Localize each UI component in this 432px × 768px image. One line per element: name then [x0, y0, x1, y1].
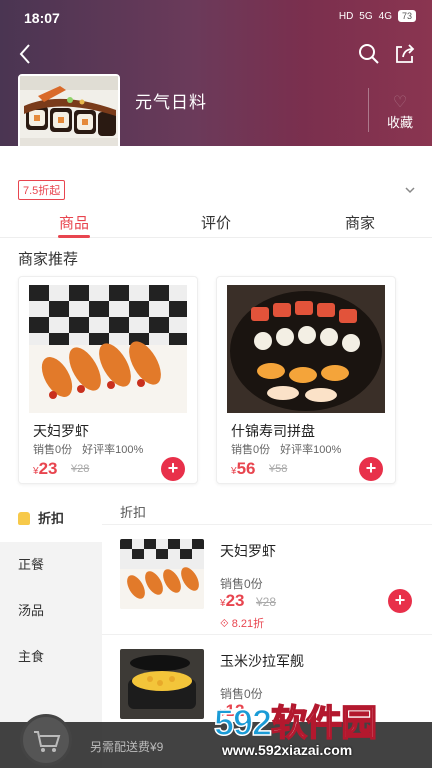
price-value: 56 — [236, 459, 256, 478]
card-name: 天妇罗虾 — [33, 423, 89, 439]
card-old-price: ¥58 — [269, 463, 288, 475]
signal-5g-icon: 5G — [359, 10, 373, 22]
watermark-url: www.592xiazai.com — [222, 742, 353, 758]
watermark-brand: 592软件园 — [213, 694, 378, 746]
card-rating: 好评率100% — [82, 444, 144, 456]
fried-shrimp-image — [120, 539, 204, 609]
cart-icon — [34, 731, 61, 752]
discount-text: 8.21折 — [231, 618, 265, 630]
card-name: 什锦寿司拼盘 — [231, 423, 315, 439]
share-icon[interactable] — [392, 41, 418, 67]
sidebar-item-label: 折扣 — [38, 511, 65, 526]
chevron-down-icon[interactable] — [404, 184, 416, 196]
card-price: ¥56 — [231, 459, 255, 479]
list-heading: 折扣 — [120, 505, 147, 520]
add-to-cart-button[interactable]: + — [359, 457, 383, 481]
add-to-cart-button[interactable]: + — [161, 457, 185, 481]
item-name: 天妇罗虾 — [220, 543, 276, 559]
shop-info: 7.5折起 — [0, 146, 432, 204]
watermark-brand-num: 592 — [213, 701, 273, 744]
shop-name: 元气日料 — [135, 93, 207, 112]
card-sales: 销售0份 — [33, 444, 73, 456]
fried-shrimp-image — [29, 285, 187, 413]
item-sales: 销售0份 — [220, 577, 263, 591]
sidebar-item-main-course[interactable]: 正餐 — [0, 542, 102, 588]
discount-tag-icon — [18, 512, 30, 525]
tab-reviews[interactable]: 评价 — [176, 212, 256, 233]
status-time: 18:07 — [24, 10, 60, 26]
top-nav — [0, 38, 432, 70]
item-discount: ⟐ 8.21折 — [220, 615, 264, 631]
card-meta: 销售0份 好评率100% — [33, 441, 153, 457]
sidebar-item-staple[interactable]: 主食 — [0, 634, 102, 680]
item-old-price: ¥28 — [256, 595, 277, 609]
add-to-cart-button[interactable]: + — [388, 589, 412, 613]
item-price: ¥23 — [220, 591, 244, 611]
signal-4g-icon: 4G — [378, 10, 392, 22]
sidebar-item-discount[interactable]: 折扣 — [0, 496, 102, 542]
list-item[interactable]: 天妇罗虾 销售0份 ¥23 ¥28 ⟐ 8.21折 + — [102, 524, 432, 634]
tab-merchant[interactable]: 商家 — [320, 212, 400, 233]
battery-icon: 73 — [397, 10, 416, 22]
recommend-card[interactable]: 天妇罗虾 销售0份 好评率100% ¥23 ¥28 + — [18, 276, 198, 484]
item-name: 玉米沙拉军舰 — [220, 653, 304, 669]
card-meta: 销售0份 好评率100% — [231, 441, 351, 457]
cart-button[interactable] — [20, 714, 72, 766]
search-icon[interactable] — [356, 41, 382, 67]
price-value: 23 — [225, 591, 245, 610]
price-value: 23 — [38, 459, 58, 478]
favorite-label: 收藏 — [386, 115, 413, 130]
discount-badge: 7.5折起 — [18, 180, 66, 200]
discount-icon: ⟐ — [220, 618, 232, 630]
tab-products[interactable]: 商品 — [34, 212, 114, 233]
card-price: ¥23 — [33, 459, 57, 479]
sidebar-item-soup[interactable]: 汤品 — [0, 588, 102, 634]
recommend-title: 商家推荐 — [18, 251, 79, 268]
corn-gunkan-image — [120, 649, 204, 719]
favorite-button[interactable]: ♡ 收藏 — [380, 92, 420, 131]
sushi-platter-image — [227, 285, 385, 413]
back-icon[interactable] — [14, 40, 38, 68]
heart-icon: ♡ — [392, 94, 408, 111]
recommend-section: 商家推荐 天妇罗虾 销售0份 好评率100% ¥23 ¥28 + 什锦寿司拼盘 … — [0, 238, 432, 496]
header-divider — [368, 88, 369, 132]
card-old-price: ¥28 — [71, 463, 90, 475]
recommend-card[interactable]: 什锦寿司拼盘 销售0份 好评率100% ¥56 ¥58 + — [216, 276, 396, 484]
site-watermark: 592软件园 www.592xiazai.com — [213, 694, 432, 768]
status-bar: 18:07 HD 5G 4G 73 — [0, 0, 432, 34]
card-rating: 好评率100% — [280, 444, 342, 456]
status-icons: HD 5G 4G 73 — [339, 10, 416, 22]
card-sales: 销售0份 — [231, 444, 271, 456]
watermark-brand-text: 软件园 — [270, 701, 378, 744]
tab-bar: 商品 评价 商家 — [0, 204, 432, 238]
delivery-fee-note: 另需配送费¥9 — [90, 740, 164, 754]
hd-icon: HD — [338, 10, 354, 22]
